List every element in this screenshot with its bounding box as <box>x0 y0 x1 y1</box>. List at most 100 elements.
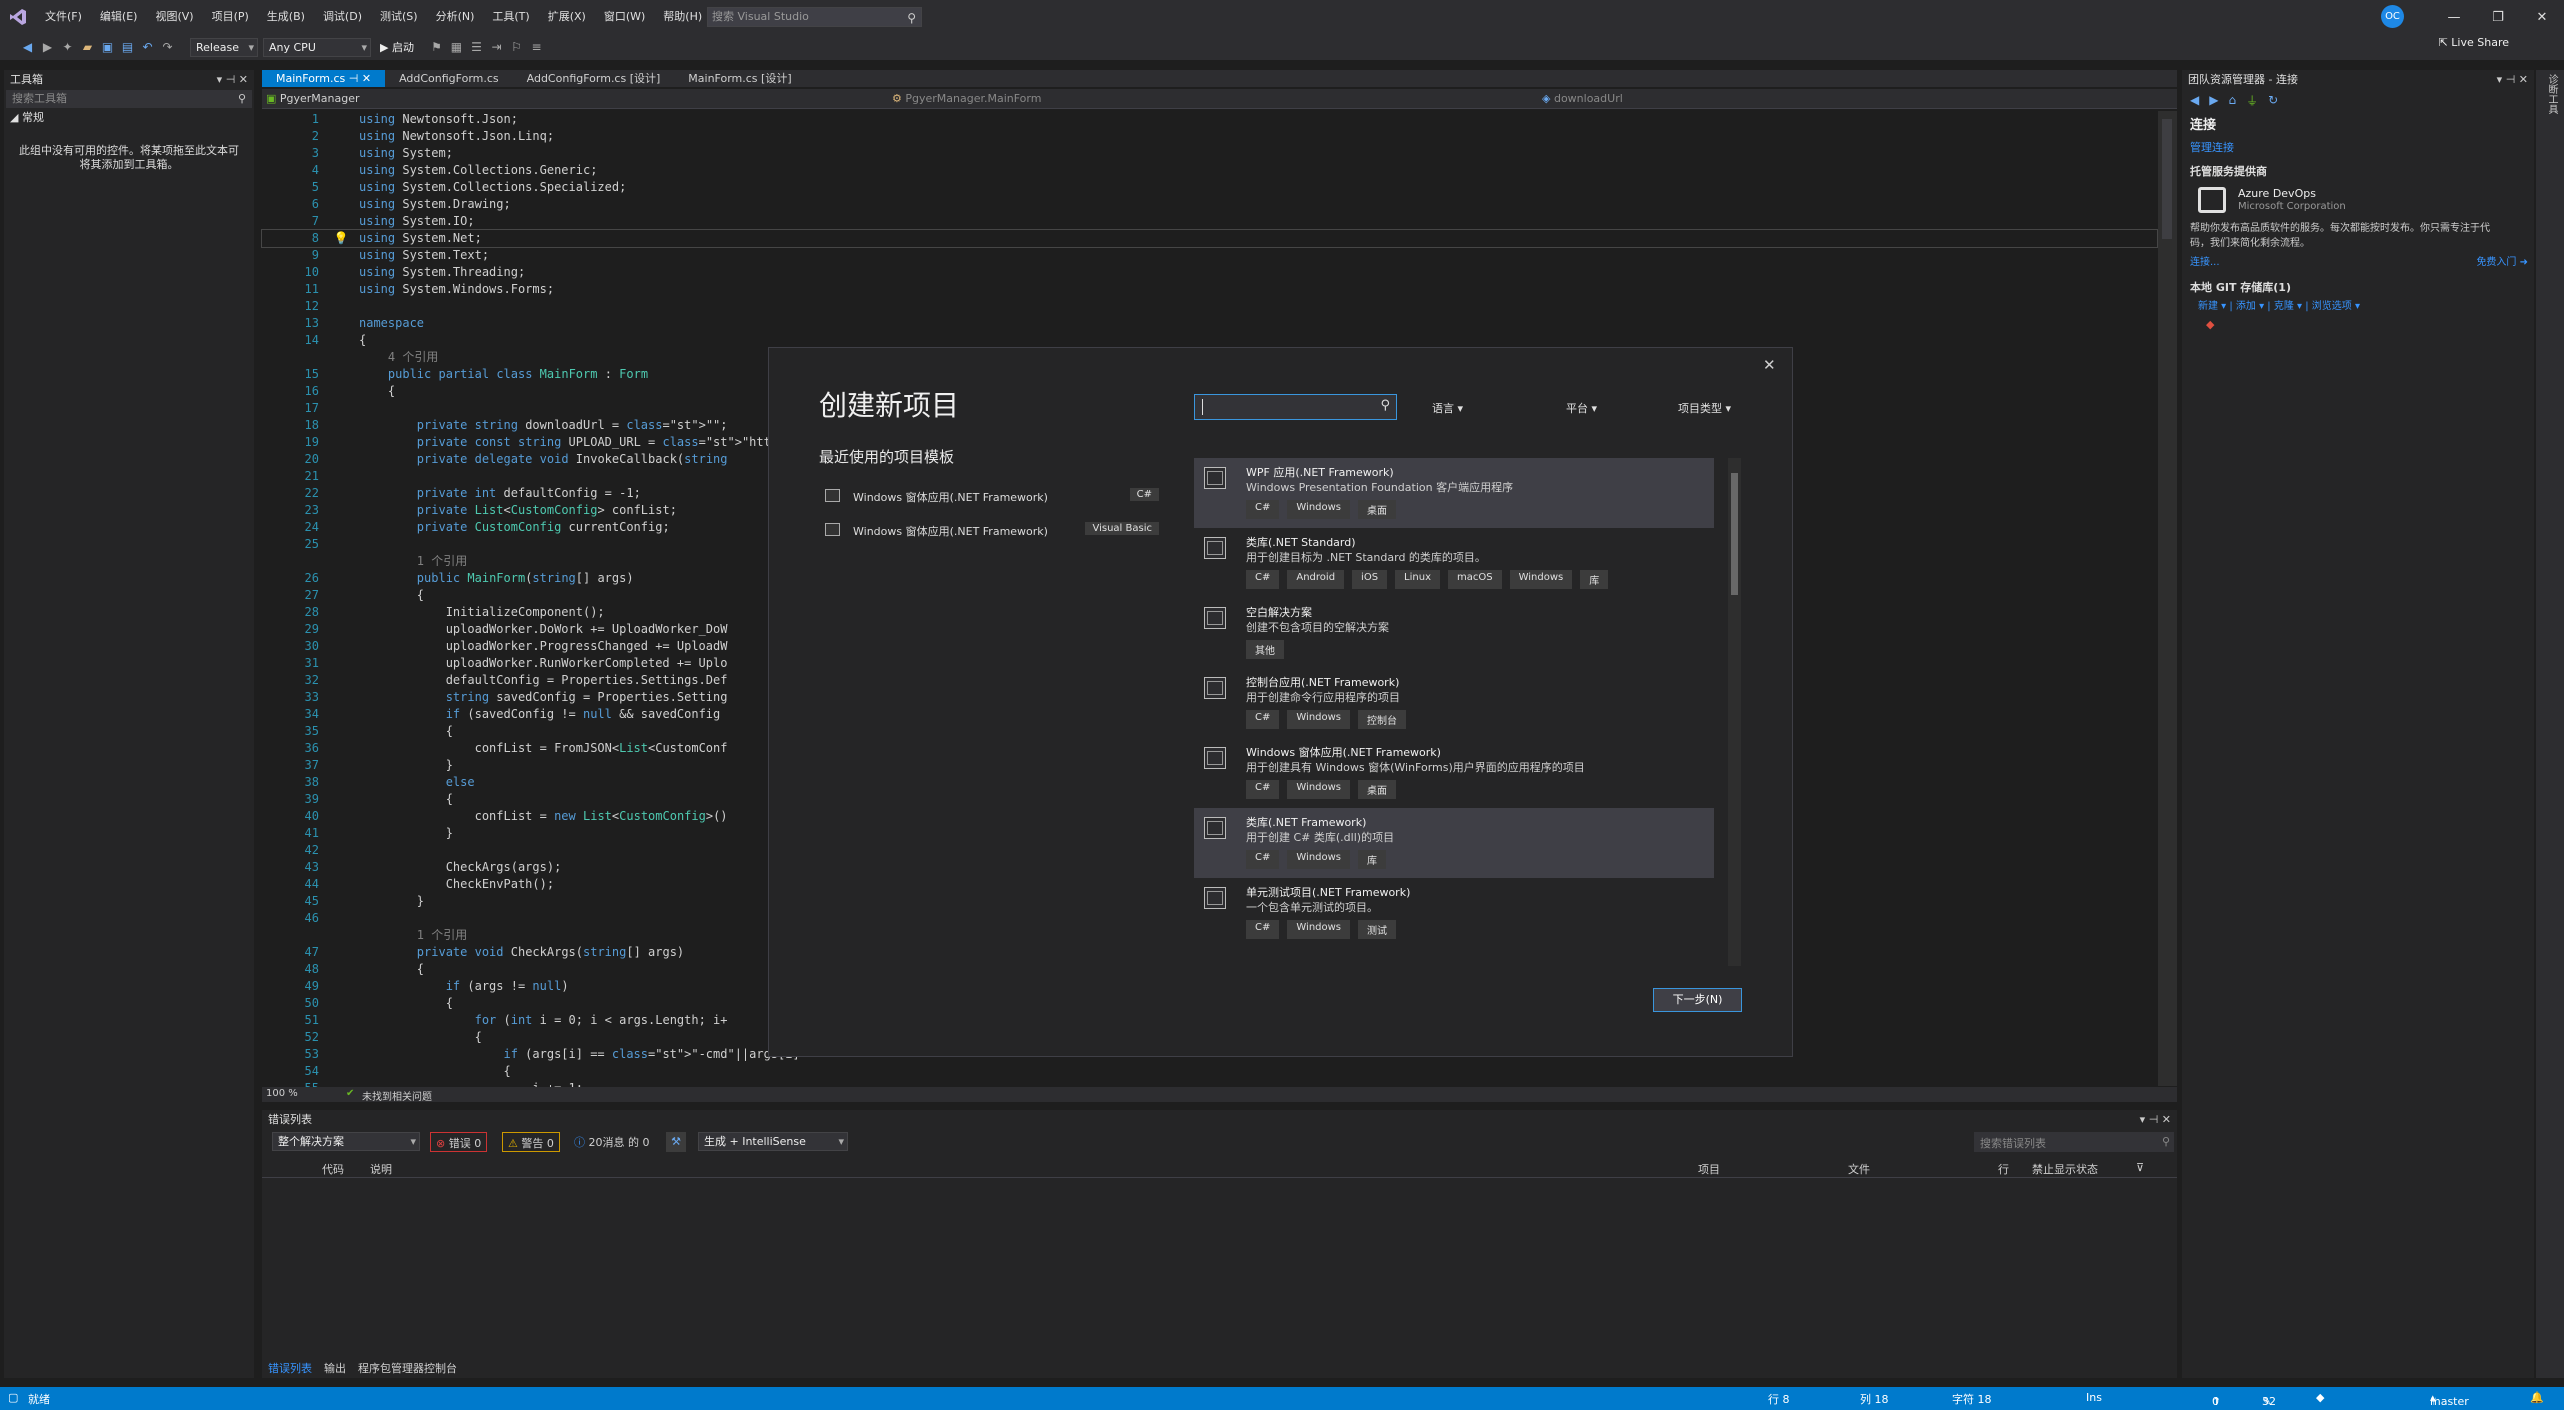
column-description[interactable]: 说明 <box>370 1161 392 1177</box>
tab-addconfigform-cs[interactable]: AddConfigForm.cs <box>385 70 513 87</box>
free-start-link[interactable]: 免费入门 ➜ <box>2476 253 2528 268</box>
scrollbar-thumb[interactable] <box>1731 473 1738 595</box>
code-line[interactable]: 10 using System.Threading; <box>262 264 2157 281</box>
build-intellisense-dropdown[interactable]: 生成 + IntelliSense <box>698 1132 848 1151</box>
code-line[interactable]: 7 using System.IO; <box>262 213 2157 230</box>
undo-icon[interactable]: ↶ <box>140 40 155 54</box>
pin-icon[interactable]: ⊣ <box>349 72 359 85</box>
build-filter-icon[interactable]: ⚒ <box>666 1132 686 1152</box>
code-line[interactable]: 3 using System; <box>262 145 2157 162</box>
next-button[interactable]: 下一步(N) <box>1653 988 1742 1012</box>
column-suppression[interactable]: 禁止显示状态 <box>2032 1161 2098 1177</box>
language-filter[interactable]: 语言 ▾ <box>1432 400 1463 416</box>
template-item[interactable]: 空白解决方案 创建不包含项目的空解决方案 其他 <box>1194 598 1714 668</box>
avatar[interactable]: OC <box>2381 5 2404 28</box>
menu-help[interactable]: 帮助(H) <box>654 0 711 34</box>
start-button[interactable]: ▶ 启动 <box>380 39 414 55</box>
code-line[interactable]: 5 using System.Collections.Specialized; <box>262 179 2157 196</box>
close-icon[interactable]: ✕ <box>2520 10 2564 25</box>
recent-template-item[interactable]: Windows 窗体应用(.NET Framework) C# <box>819 486 1159 508</box>
menu-project[interactable]: 项目(P) <box>203 0 258 34</box>
code-line[interactable]: 12 <box>262 298 2157 315</box>
scrollbar-thumb[interactable] <box>2162 119 2172 239</box>
bookmark-icon[interactable]: ⚐ <box>509 40 524 54</box>
project-type-filter[interactable]: 项目类型 ▾ <box>1678 400 1731 416</box>
tab-mainform-design[interactable]: MainForm.cs [设计] <box>674 70 805 87</box>
menu-view[interactable]: 视图(V) <box>146 0 202 34</box>
forward-icon[interactable]: ▶ <box>40 40 55 54</box>
attach-icon[interactable]: ⚑ <box>429 40 444 54</box>
column-file[interactable]: 文件 <box>1848 1161 1870 1177</box>
back-icon[interactable]: ◀ <box>20 40 35 54</box>
close-icon[interactable]: ✕ <box>362 72 371 85</box>
tab-error-list[interactable]: 错误列表 <box>268 1360 312 1376</box>
code-line[interactable]: 11 using System.Windows.Forms; <box>262 281 2157 298</box>
notification-icon[interactable]: 🔔 <box>2530 1391 2544 1404</box>
refresh-icon[interactable]: ↻ <box>2268 93 2278 107</box>
git-actions[interactable]: 新建 ▾ | 添加 ▾ | 克隆 ▾ | 浏览选项 ▾ <box>2182 297 2534 312</box>
maximize-icon[interactable]: ❐ <box>2476 10 2520 25</box>
back-icon[interactable]: ◀ <box>2190 93 2199 107</box>
home-icon[interactable]: ⌂ <box>2228 93 2236 107</box>
column-project[interactable]: 项目 <box>1698 1161 1720 1177</box>
tab-mainform-cs[interactable]: MainForm.cs ⊣ ✕ <box>262 70 386 87</box>
connect-link[interactable]: 连接... <box>2190 253 2220 268</box>
template-item[interactable]: Windows 窗体应用(.NET Framework) 用于创建具有 Windo… <box>1194 738 1714 808</box>
tab-addconfigform-design[interactable]: AddConfigForm.cs [设计] <box>513 70 675 87</box>
search-icon[interactable]: ⚲ <box>1380 398 1390 413</box>
menu-file[interactable]: 文件(F) <box>36 0 91 34</box>
code-line[interactable]: 8 💡 using System.Net; <box>261 229 2158 248</box>
template-item[interactable]: WPF 应用(.NET Framework) Windows Presentati… <box>1194 458 1714 528</box>
redo-icon[interactable]: ↷ <box>160 40 175 54</box>
filter-icon[interactable]: ⊽ <box>2136 1161 2144 1174</box>
format-icon[interactable]: ☰ <box>469 40 484 54</box>
status-branch[interactable]: ⑂ master ▴ <box>2430 1391 2469 1408</box>
template-search-input[interactable]: ⚲ <box>1194 394 1397 420</box>
platform-filter[interactable]: 平台 ▾ <box>1566 400 1597 416</box>
code-line[interactable]: 13 namespace <box>262 315 2157 332</box>
pin-icon[interactable]: ▾ ⊣ ✕ <box>2497 70 2528 90</box>
menu-tools[interactable]: 工具(T) <box>483 0 538 34</box>
menu-analyze[interactable]: 分析(N) <box>427 0 484 34</box>
browser-icon[interactable]: ▦ <box>449 40 464 54</box>
save-all-icon[interactable]: ▤ <box>120 40 135 54</box>
menu-test[interactable]: 测试(S) <box>371 0 427 34</box>
nav-member-dropdown[interactable]: ◈ downloadUrl <box>1542 92 1623 105</box>
errors-filter-button[interactable]: ⊗ 错误 0 <box>430 1132 488 1152</box>
template-item[interactable]: 类库(.NET Framework) 用于创建 C# 类库(.dll)的项目 C# W… <box>1194 808 1714 878</box>
code-line[interactable]: 4 using System.Collections.Generic; <box>262 162 2157 179</box>
column-line[interactable]: 行 <box>1998 1161 2009 1177</box>
nav-class-dropdown[interactable]: ⚙ PgyerManager.MainForm <box>892 92 1041 105</box>
code-line[interactable]: 6 using System.Drawing; <box>262 196 2157 213</box>
issues-status[interactable]: 未找到相关问题 <box>362 1088 432 1103</box>
code-line[interactable]: 1 using Newtonsoft.Json; <box>262 111 2157 128</box>
zoom-level[interactable]: 100 % <box>266 1088 298 1099</box>
template-item[interactable]: 单元测试项目(.NET Framework) 一个包含单元测试的项目。 C# Wind… <box>1194 878 1714 948</box>
vs-search-input[interactable]: 搜索 Visual Studio ⚲ <box>707 7 922 27</box>
scope-dropdown[interactable]: 整个解决方案 <box>272 1132 420 1151</box>
toolbox-section[interactable]: ◢ 常规 <box>4 108 254 128</box>
nav-project-dropdown[interactable]: ▣ PgyerManager <box>266 92 360 105</box>
indent-icon[interactable]: ⇥ <box>489 40 504 54</box>
minimize-icon[interactable]: — <box>2432 10 2476 25</box>
code-line[interactable]: 54 { <box>262 1063 2157 1080</box>
search-icon[interactable]: ⚲ <box>238 90 246 108</box>
live-share-button[interactable]: ⇱ Live Share <box>2439 36 2509 49</box>
template-item[interactable]: 类库(.NET Standard) 用于创建目标为 .NET Standard 的… <box>1194 528 1714 598</box>
column-code[interactable]: 代码 <box>322 1161 344 1177</box>
menu-edit[interactable]: 编辑(E) <box>91 0 147 34</box>
recent-template-item[interactable]: Windows 窗体应用(.NET Framework) Visual Basi… <box>819 520 1159 542</box>
toolbox-search-input[interactable]: 搜索工具箱 ⚲ <box>6 90 252 108</box>
plug-icon[interactable]: ⏚ <box>2246 92 2258 109</box>
menu-debug[interactable]: 调试(D) <box>314 0 371 34</box>
editor-scrollbar[interactable] <box>2158 111 2177 1086</box>
repo-icon[interactable]: ◆ <box>2316 1391 2324 1404</box>
pin-icon[interactable]: ▾ ⊣ ✕ <box>217 70 248 90</box>
messages-filter-button[interactable]: ⓘ 20消息 的 0 <box>574 1134 650 1150</box>
search-icon[interactable]: ⚲ <box>907 9 916 27</box>
platform-dropdown[interactable]: Any CPU <box>263 37 371 57</box>
save-icon[interactable]: ▣ <box>100 40 115 54</box>
template-item[interactable]: 控制台应用(.NET Framework) 用于创建命令行应用程序的项目 C# Win… <box>1194 668 1714 738</box>
git-repo-icon[interactable]: ◆ <box>2182 312 2534 337</box>
forward-icon[interactable]: ▶ <box>2209 93 2218 107</box>
